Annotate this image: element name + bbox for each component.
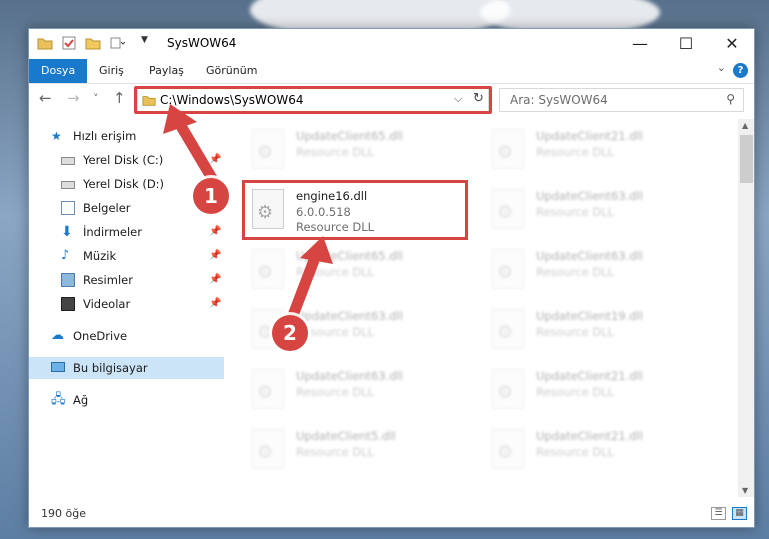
scroll-thumb[interactable] [740, 135, 753, 183]
pin-icon[interactable]: 📌 [209, 269, 221, 291]
customize-quick-access-icon[interactable] [109, 35, 125, 51]
star-icon: ★ [51, 129, 62, 143]
drive-icon [61, 157, 75, 165]
sidebar-item-onedrive[interactable]: ☁ OneDrive [29, 325, 224, 347]
sidebar-item-local-disk-c[interactable]: Yerel Disk (C:) 📌 [29, 149, 224, 171]
sidebar-item-videos[interactable]: Videolar 📌 [29, 293, 224, 315]
dll-file-icon: ⚙ [492, 429, 524, 469]
details-view-icon[interactable]: ☰ [711, 507, 726, 520]
forward-button[interactable]: → [67, 89, 80, 107]
list-item[interactable]: ⚙ UpdateClient63.dll Resource DLL [242, 363, 467, 419]
drive-icon [61, 181, 75, 189]
scroll-down-icon[interactable]: ▼ [742, 486, 748, 495]
dll-file-icon: ⚙ [252, 129, 284, 169]
sidebar-item-downloads[interactable]: ⬇ İndirmeler 📌 [29, 221, 224, 243]
minimize-button[interactable]: — [617, 29, 663, 59]
new-folder-icon[interactable] [85, 35, 101, 51]
download-icon: ⬇ [61, 224, 73, 240]
document-icon [61, 201, 75, 215]
video-icon [61, 297, 75, 311]
help-icon[interactable]: ? [733, 63, 748, 78]
dll-file-icon: ⚙ [492, 189, 524, 229]
dll-file-icon: ⚙ [492, 309, 524, 349]
tab-home[interactable]: Giriş [99, 59, 124, 83]
tab-file[interactable]: Dosya [29, 59, 88, 83]
list-item[interactable]: ⚙ UpdateClient63.dll Resource DLL [482, 243, 707, 299]
sidebar-item-music[interactable]: ♪ Müzik 📌 [29, 245, 224, 267]
search-placeholder: Ara: SysWOW64 [510, 93, 608, 107]
list-item[interactable]: ⚙ UpdateClient5.dll Resource DLL [242, 423, 467, 479]
list-item[interactable]: ⚙ UpdateClient21.dll Resource DLL [482, 363, 707, 419]
navigation-pane: ★ Hızlı erişim Yerel Disk (C:) 📌 Yerel D… [29, 125, 224, 495]
close-button[interactable]: ✕ [709, 29, 754, 59]
dll-file-icon: ⚙ [252, 369, 284, 409]
list-item[interactable]: ⚙ UpdateClient65.dll Resource DLL [242, 123, 467, 179]
dll-file-icon: ⚙ [252, 249, 284, 289]
callout-badge-2: 2 [272, 315, 308, 351]
properties-icon[interactable] [61, 35, 77, 51]
cloud-icon: ☁ [51, 328, 64, 343]
music-icon: ♪ [61, 248, 70, 263]
computer-icon [51, 362, 65, 372]
dll-file-icon: ⚙ [252, 429, 284, 469]
dll-file-icon: ⚙ [492, 369, 524, 409]
window-title: SysWOW64 [167, 36, 237, 50]
file-list: ⚙ UpdateClient65.dll Resource DLL ⚙ Upda… [234, 119, 737, 497]
list-item[interactable]: ⚙ UpdateClient21.dll Resource DLL [482, 123, 707, 179]
dropdown-icon[interactable]: ▼ [141, 35, 157, 51]
file-highlight [242, 180, 468, 240]
tab-view[interactable]: Görünüm [206, 59, 257, 83]
pin-icon[interactable]: 📌 [209, 149, 221, 171]
item-count: 190 öğe [41, 507, 86, 520]
list-item[interactable]: ⚙ UpdateClient21.dll Resource DLL [482, 423, 707, 479]
dll-file-icon: ⚙ [492, 129, 524, 169]
navigation-bar: ← → ˅ ↑ C:\Windows\SysWOW64 ⌵ ↻ Ara: Sys… [29, 85, 754, 117]
sidebar-item-this-pc[interactable]: Bu bilgisayar [29, 357, 224, 379]
list-item[interactable]: ⚙ UpdateClient65.dll Resource DLL [242, 243, 467, 299]
vertical-scrollbar[interactable]: ▲ ▼ [738, 119, 754, 497]
ribbon-tabs: Dosya Giriş Paylaş Görünüm ⌄ ? [29, 59, 754, 84]
callout-badge-1: 1 [193, 178, 229, 214]
up-button[interactable]: ↑ [113, 89, 126, 107]
list-item[interactable]: ⚙ UpdateClient19.dll Resource DLL [482, 303, 707, 359]
pin-icon[interactable]: 📌 [209, 293, 221, 315]
recent-locations-button[interactable]: ˅ [93, 92, 99, 105]
folder-icon [37, 38, 53, 50]
sidebar-item-pictures[interactable]: Resimler 📌 [29, 269, 224, 291]
search-icon[interactable]: ⚲ [726, 92, 735, 106]
pin-icon[interactable]: 📌 [209, 245, 221, 267]
dll-file-icon: ⚙ [492, 249, 524, 289]
image-icon [61, 273, 75, 287]
search-input[interactable]: Ara: SysWOW64 ⚲ [499, 88, 744, 112]
explorer-window: ▼ SysWOW64 — ☐ ✕ Dosya Giriş Paylaş Görü… [28, 28, 755, 528]
pin-icon[interactable]: 📌 [209, 221, 221, 243]
status-bar: 190 öğe ☰ ▦ [29, 502, 754, 527]
large-icons-view-icon[interactable]: ▦ [732, 507, 747, 520]
back-button[interactable]: ← [39, 89, 52, 107]
address-highlight [134, 86, 492, 114]
title-bar: ▼ SysWOW64 — ☐ ✕ [29, 29, 754, 59]
scroll-up-icon[interactable]: ▲ [742, 121, 748, 130]
expand-ribbon-icon[interactable]: ⌄ [717, 61, 726, 74]
list-item[interactable]: ⚙ UpdateClient63.dll Resource DLL [482, 183, 707, 239]
network-icon: 🖧 [51, 392, 66, 407]
tab-share[interactable]: Paylaş [149, 59, 184, 83]
maximize-button[interactable]: ☐ [663, 29, 709, 59]
sidebar-item-network[interactable]: 🖧 Ağ [29, 389, 224, 411]
sidebar-item-quick-access[interactable]: ★ Hızlı erişim [29, 125, 224, 147]
